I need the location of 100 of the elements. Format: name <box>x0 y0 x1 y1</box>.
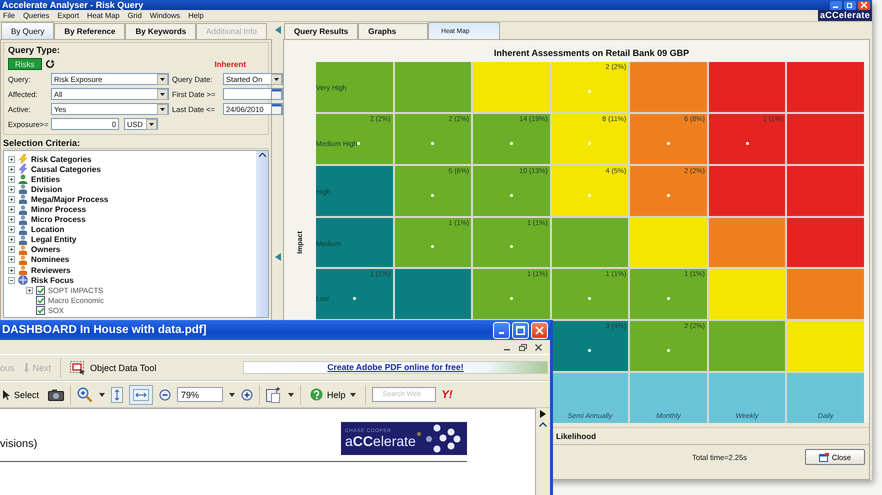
heat-map-cell[interactable] <box>630 62 707 112</box>
expand-toggle-icon[interactable] <box>8 206 15 214</box>
heat-map-cell[interactable] <box>787 269 864 320</box>
expand-toggle-icon[interactable] <box>8 236 15 244</box>
caret-icon[interactable] <box>350 392 356 396</box>
expand-toggle-icon[interactable] <box>8 226 15 234</box>
heat-map-cell[interactable] <box>708 218 786 268</box>
group-heading: Query Type: <box>8 45 61 55</box>
tree-item[interactable]: Micro Process <box>31 215 86 224</box>
lightning-icon <box>18 164 28 174</box>
zoom-field[interactable]: 79% <box>177 387 224 402</box>
restore-button[interactable] <box>844 0 856 10</box>
promo-link[interactable]: Create Adobe PDF online for free! <box>243 361 548 374</box>
help-button[interactable]: Help <box>307 384 359 404</box>
caret-icon[interactable] <box>288 392 294 396</box>
tree-item[interactable]: Causal Categories <box>31 164 101 174</box>
tab[interactable]: By Query <box>1 22 54 39</box>
tab[interactable]: Graphs <box>358 23 428 39</box>
risk-dot <box>667 349 670 352</box>
heat-map-cell[interactable] <box>394 62 472 112</box>
restore-icon[interactable] <box>519 344 527 350</box>
page-arrow-icon[interactable] <box>540 410 546 418</box>
expand-toggle-icon[interactable] <box>8 166 15 173</box>
heat-map-cell[interactable] <box>787 62 864 112</box>
tree-item[interactable]: Division <box>31 184 62 194</box>
heat-map-cell[interactable] <box>708 62 786 112</box>
pointer-icon <box>3 390 10 400</box>
fit-width-button[interactable] <box>129 384 154 404</box>
scroll-up-icon[interactable] <box>258 153 266 157</box>
heat-map-cell[interactable] <box>473 62 550 112</box>
maximize-button[interactable] <box>512 322 529 338</box>
calendar-icon[interactable] <box>271 103 282 115</box>
mode-label: Inherent <box>214 60 246 68</box>
heat-map-cell[interactable] <box>787 218 864 268</box>
caret-icon[interactable] <box>229 392 236 396</box>
risk-dot <box>510 245 513 248</box>
tree-item[interactable]: Location <box>31 225 64 234</box>
tree-item[interactable]: Reviewers <box>31 266 71 275</box>
heat-map-cell[interactable] <box>708 166 786 216</box>
heat-map-cell[interactable] <box>787 166 864 216</box>
logo-wordmark: aCCelerate <box>345 434 417 448</box>
scrollbar[interactable] <box>256 151 268 317</box>
date-field[interactable] <box>223 88 283 100</box>
minimize-button[interactable] <box>493 322 510 338</box>
calendar-icon[interactable] <box>271 88 282 100</box>
scroll-up-icon[interactable] <box>539 422 547 427</box>
lightning-icon <box>18 154 28 164</box>
zoom-in-icon[interactable] <box>77 386 94 402</box>
tab[interactable]: By Reference <box>54 23 126 39</box>
collapse-arrow-icon[interactable] <box>274 26 280 34</box>
tree-item[interactable]: Risk Focus <box>31 276 74 285</box>
search-provider-logo[interactable]: Y! <box>442 388 453 400</box>
tree-item[interactable]: Nominees <box>31 255 70 264</box>
pages-icon[interactable] <box>266 386 282 402</box>
heat-map-cell[interactable] <box>552 218 628 268</box>
tab[interactable]: By Keywords <box>125 23 196 39</box>
tree-item[interactable]: Legal Entity <box>31 235 76 244</box>
tree-item[interactable]: Minor Process <box>31 205 86 214</box>
close-button[interactable] <box>531 322 548 338</box>
expand-toggle-icon[interactable] <box>8 266 15 274</box>
heat-map-cell[interactable] <box>394 269 472 320</box>
select-tool-button[interactable]: Select <box>0 384 42 404</box>
minimize-button[interactable] <box>830 0 842 10</box>
heat-map-cell[interactable] <box>630 218 707 268</box>
expand-toggle-icon[interactable] <box>8 246 15 254</box>
expand-toggle-icon[interactable] <box>8 176 15 183</box>
expand-toggle-icon[interactable] <box>8 216 15 224</box>
expand-toggle-icon[interactable] <box>8 156 15 163</box>
caret-icon[interactable] <box>99 392 106 396</box>
tab[interactable]: Query Results <box>284 23 358 39</box>
refresh-icon[interactable] <box>44 59 55 69</box>
restore-icon <box>847 2 853 8</box>
camera-icon[interactable] <box>48 388 64 400</box>
tree-item[interactable]: Mega/Major Process <box>31 194 108 204</box>
expand-toggle-icon[interactable] <box>8 186 15 193</box>
tree-item[interactable]: Entities <box>31 174 60 184</box>
checkbox[interactable] <box>36 286 45 295</box>
tree-item[interactable]: Risk Categories <box>31 154 92 164</box>
heat-map-cell[interactable] <box>787 114 864 164</box>
expand-toggle-icon[interactable] <box>8 256 15 264</box>
risk-dot <box>510 142 513 145</box>
risk-dot <box>588 142 592 145</box>
expand-toggle-icon[interactable] <box>8 276 15 284</box>
heat-map-cell[interactable] <box>787 321 864 372</box>
close-button[interactable] <box>858 0 870 10</box>
fit-page-icon[interactable] <box>111 386 124 402</box>
zoom-out-icon[interactable] <box>159 388 172 400</box>
heat-map-cell[interactable] <box>708 269 786 320</box>
risk-dot <box>352 297 356 300</box>
expand-toggle-icon[interactable] <box>8 196 15 203</box>
checkbox[interactable] <box>36 306 45 315</box>
expand-toggle-icon[interactable] <box>26 286 33 294</box>
tree-item[interactable]: Owners <box>31 245 60 254</box>
zoom-in-icon[interactable] <box>241 388 254 400</box>
checkbox[interactable] <box>36 296 45 305</box>
heat-map-cell[interactable] <box>708 321 786 372</box>
close-icon[interactable] <box>535 344 542 350</box>
person-icon <box>18 265 28 276</box>
object-data-tool-button[interactable]: Object Data Tool <box>67 358 160 378</box>
collapse-arrow-icon[interactable] <box>274 253 280 261</box>
